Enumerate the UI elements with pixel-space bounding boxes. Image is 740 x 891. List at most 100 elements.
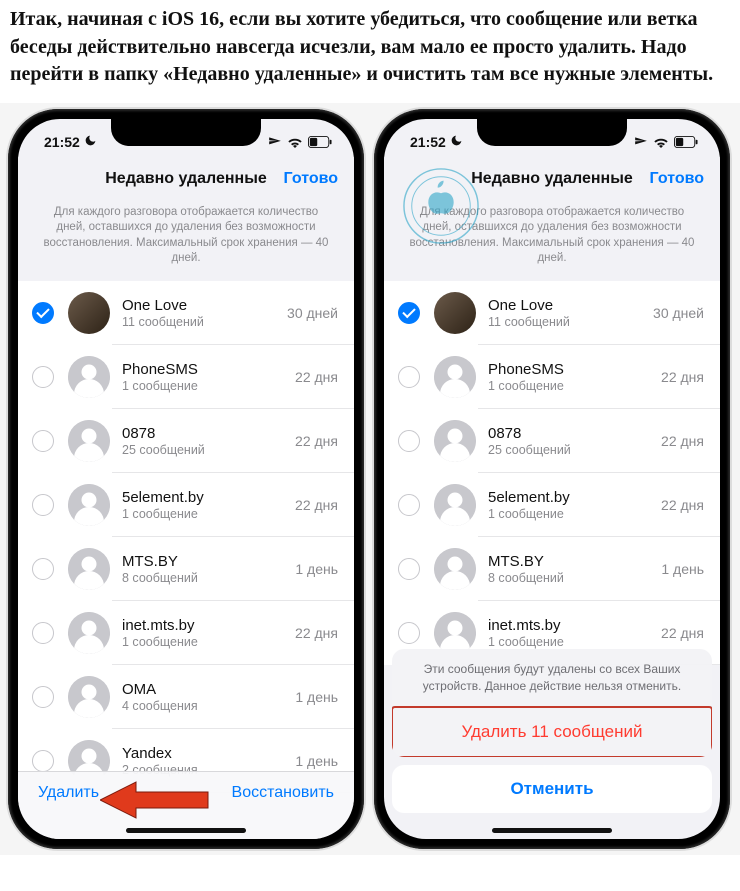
conversation-name: 5element.by <box>122 489 295 506</box>
phone-left: 21:52 Неда <box>8 109 364 849</box>
select-radio[interactable] <box>32 366 54 388</box>
select-radio[interactable] <box>32 750 54 772</box>
conversation-name: inet.mts.by <box>488 617 661 634</box>
airplane-icon <box>268 135 282 149</box>
conversation-name: One Love <box>488 297 653 314</box>
contact-placeholder-avatar <box>434 420 476 462</box>
list-item[interactable]: inet.mts.by1 сообщение22 дня <box>18 601 354 665</box>
message-count: 4 сообщения <box>122 699 295 713</box>
contact-placeholder-avatar <box>434 356 476 398</box>
conversation-name: PhoneSMS <box>488 361 661 378</box>
list-item[interactable]: PhoneSMS1 сообщение22 дня <box>18 345 354 409</box>
days-remaining: 22 дня <box>295 497 354 513</box>
battery-icon <box>674 136 698 148</box>
list-item[interactable]: MTS.BY8 сообщений1 день <box>18 537 354 601</box>
select-radio[interactable] <box>32 494 54 516</box>
days-remaining: 30 дней <box>287 305 354 321</box>
conversation-name: One Love <box>122 297 287 314</box>
select-radio[interactable] <box>398 558 420 580</box>
conversation-name: Yandex <box>122 745 295 762</box>
nav-title: Недавно удаленные <box>471 170 633 188</box>
message-count: 1 сообщение <box>488 379 661 393</box>
contact-photo-avatar <box>68 292 110 334</box>
conversation-name: OMA <box>122 681 295 698</box>
contact-placeholder-avatar <box>434 484 476 526</box>
conversation-name: 0878 <box>488 425 661 442</box>
contact-placeholder-avatar <box>68 612 110 654</box>
home-indicator <box>126 828 246 833</box>
conversation-list-left: One Love11 сообщений30 днейPhoneSMS1 соо… <box>18 281 354 793</box>
conversation-name: PhoneSMS <box>122 361 295 378</box>
nav-title: Недавно удаленные <box>105 170 267 188</box>
conversation-name: MTS.BY <box>122 553 295 570</box>
list-item[interactable]: MTS.BY8 сообщений1 день <box>384 537 720 601</box>
message-count: 1 сообщение <box>122 635 295 649</box>
select-radio[interactable] <box>398 366 420 388</box>
list-description: Для каждого разговора отображается колич… <box>18 201 354 281</box>
sheet-message: Эти сообщения будут удалены со всех Ваши… <box>392 649 712 706</box>
select-radio[interactable] <box>32 686 54 708</box>
wifi-icon <box>287 136 303 148</box>
days-remaining: 1 день <box>661 561 720 577</box>
notch <box>111 119 261 146</box>
message-count: 25 сообщений <box>488 443 661 457</box>
conversation-name: inet.mts.by <box>122 617 295 634</box>
contact-placeholder-avatar <box>68 356 110 398</box>
conversation-list-right: One Love11 сообщений30 днейPhoneSMS1 соо… <box>384 281 720 665</box>
phone-right: 21:52 Неда <box>374 109 730 849</box>
select-radio[interactable] <box>32 622 54 644</box>
message-count: 1 сообщение <box>122 507 295 521</box>
select-radio[interactable] <box>398 622 420 644</box>
contact-placeholder-avatar <box>68 420 110 462</box>
select-radio[interactable] <box>32 302 54 324</box>
wifi-icon <box>653 136 669 148</box>
days-remaining: 22 дня <box>295 369 354 385</box>
status-time: 21:52 <box>410 134 446 150</box>
days-remaining: 22 дня <box>661 625 720 641</box>
list-item[interactable]: 087825 сообщений22 дня <box>18 409 354 473</box>
restore-button[interactable]: Восстановить <box>232 784 334 802</box>
watermark-icon <box>402 167 480 245</box>
contact-placeholder-avatar <box>68 484 110 526</box>
sheet-delete-button[interactable]: Удалить 11 сообщений <box>392 706 712 757</box>
list-item[interactable]: PhoneSMS1 сообщение22 дня <box>384 345 720 409</box>
list-item[interactable]: 087825 сообщений22 дня <box>384 409 720 473</box>
list-item[interactable]: One Love11 сообщений30 дней <box>384 281 720 345</box>
confirm-sheet: Эти сообщения будут удалены со всех Ваши… <box>384 649 720 838</box>
dnd-moon-icon <box>84 134 97 150</box>
message-count: 8 сообщений <box>122 571 295 585</box>
contact-placeholder-avatar <box>434 612 476 654</box>
select-radio[interactable] <box>32 558 54 580</box>
message-count: 11 сообщений <box>122 315 287 329</box>
nav-done-button[interactable]: Готово <box>650 170 704 188</box>
list-item[interactable]: One Love11 сообщений30 дней <box>18 281 354 345</box>
list-item[interactable]: OMA4 сообщения1 день <box>18 665 354 729</box>
days-remaining: 22 дня <box>661 497 720 513</box>
days-remaining: 22 дня <box>295 433 354 449</box>
select-radio[interactable] <box>398 430 420 452</box>
days-remaining: 1 день <box>295 561 354 577</box>
sheet-cancel-button[interactable]: Отменить <box>392 765 712 813</box>
message-count: 11 сообщений <box>488 315 653 329</box>
message-count: 25 сообщений <box>122 443 295 457</box>
select-radio[interactable] <box>398 494 420 516</box>
select-radio[interactable] <box>398 302 420 324</box>
status-time: 21:52 <box>44 134 80 150</box>
article-paragraph: Итак, начиная с iOS 16, если вы хотите у… <box>0 0 740 103</box>
screen-right: 21:52 Неда <box>384 119 720 839</box>
list-item[interactable]: 5element.by1 сообщение22 дня <box>18 473 354 537</box>
days-remaining: 1 день <box>295 689 354 705</box>
list-item[interactable]: 5element.by1 сообщение22 дня <box>384 473 720 537</box>
delete-button[interactable]: Удалить <box>38 784 99 802</box>
navbar: Недавно удаленные Готово <box>18 157 354 201</box>
conversation-name: MTS.BY <box>488 553 661 570</box>
days-remaining: 1 день <box>295 753 354 769</box>
figure: 21:52 Неда <box>0 103 740 855</box>
nav-done-button[interactable]: Готово <box>284 170 338 188</box>
select-radio[interactable] <box>32 430 54 452</box>
home-indicator <box>492 828 612 833</box>
contact-placeholder-avatar <box>68 676 110 718</box>
contact-photo-avatar <box>434 292 476 334</box>
contact-placeholder-avatar <box>434 548 476 590</box>
message-count: 8 сообщений <box>488 571 661 585</box>
